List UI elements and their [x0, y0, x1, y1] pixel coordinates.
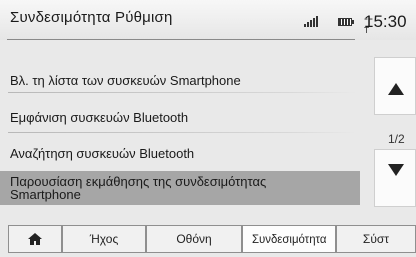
tab-connectivity[interactable]: Συνδεσιμότητα [242, 225, 336, 253]
tab-label: Οθόνη [176, 232, 212, 246]
tab-display[interactable]: Οθόνη [146, 225, 242, 253]
menu-item-label: Παρουσίαση εκμάθησης της συνδεσιμότητας … [10, 175, 266, 201]
page-title: Συνδεσιμότητα Ρύθμιση [10, 9, 173, 26]
tab-label: Σύστ [362, 232, 390, 246]
divider [8, 92, 356, 93]
menu-item-smartphone-list[interactable]: Βλ. τη λίστα των συσκευών Smartphone [0, 62, 360, 92]
scroll-controls: 1/2 [374, 57, 416, 207]
divider [8, 132, 356, 133]
clock: 15:30 [364, 12, 407, 31]
menu-item-label: Εμφάνιση συσκευών Bluetooth [10, 110, 189, 125]
signal-strength-icon [304, 16, 318, 27]
tab-bar: Ήχος Οθόνη Συνδεσιμότητα Σύστ [8, 225, 416, 257]
menu-item-search-bluetooth[interactable]: Αναζήτηση συσκευών Bluetooth [0, 135, 360, 165]
tab-home[interactable] [8, 225, 62, 253]
home-icon [28, 233, 42, 245]
arrow-down-icon [388, 164, 404, 176]
battery-icon [338, 18, 354, 26]
tab-system[interactable]: Σύστ [336, 225, 416, 253]
page-indicator: 1/2 [388, 132, 405, 146]
scroll-up-button[interactable] [374, 57, 416, 115]
tab-sound[interactable]: Ήχος [62, 225, 146, 253]
menu-item-label: Αναζήτηση συσκευών Bluetooth [10, 146, 195, 161]
tab-label: Ήχος [89, 232, 119, 246]
title-bar: Συνδεσιμότητα Ρύθμιση --ᵀ 15:30 [0, 0, 416, 40]
arrow-up-icon [388, 83, 404, 95]
scroll-down-button[interactable] [374, 149, 416, 207]
menu-item-label: Βλ. τη λίστα των συσκευών Smartphone [10, 73, 241, 88]
menu-item-label-line2: Smartphone [10, 187, 81, 202]
tab-label: Συνδεσιμότητα [251, 232, 327, 246]
menu-item-show-bluetooth[interactable]: Εμφάνιση συσκευών Bluetooth [0, 99, 360, 129]
menu-item-smartphone-tutorial[interactable]: Παρουσίαση εκμάθησης της συνδεσιμότητας … [0, 171, 360, 205]
header-divider [7, 39, 355, 40]
